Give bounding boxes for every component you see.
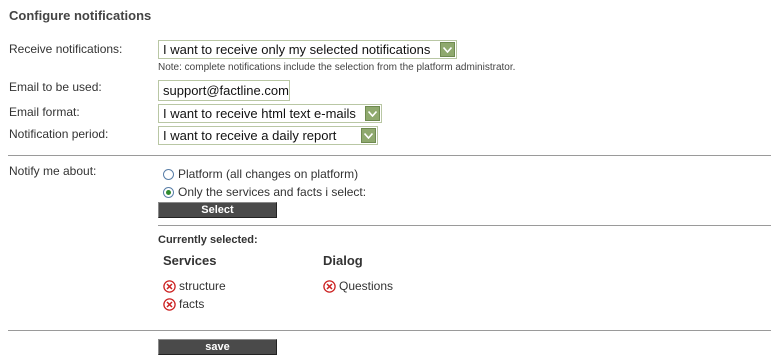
selected-item-label: structure xyxy=(179,279,226,293)
receive-notifications-value: I want to receive only my selected notif… xyxy=(163,42,431,57)
remove-x-icon[interactable] xyxy=(163,279,176,293)
divider xyxy=(8,330,771,331)
notification-period-value: I want to receive a daily report xyxy=(163,128,337,143)
email-format-label: Email format: xyxy=(9,105,80,119)
notification-period-select[interactable]: I want to receive a daily report xyxy=(158,126,378,145)
notification-period-label: Notification period: xyxy=(9,127,109,141)
receive-notifications-label: Receive notifications: xyxy=(9,42,123,56)
notifications-note: Note: complete notifications include the… xyxy=(158,62,516,73)
divider xyxy=(158,225,771,226)
radio-option-platform[interactable]: Platform (all changes on platform) xyxy=(163,167,358,181)
select-button[interactable]: Select xyxy=(158,202,277,218)
remove-x-icon[interactable] xyxy=(163,297,176,311)
dialog-heading: Dialog xyxy=(323,253,363,268)
page-title: Configure notifications xyxy=(9,8,152,23)
email-input[interactable]: support@factline.com xyxy=(158,80,290,101)
radio-button[interactable] xyxy=(163,168,174,180)
email-label: Email to be used: xyxy=(9,80,102,94)
save-button[interactable]: save xyxy=(158,339,277,355)
remove-x-icon[interactable] xyxy=(323,279,336,293)
chevron-down-icon[interactable] xyxy=(365,106,380,121)
selected-item-label: facts xyxy=(179,297,205,311)
radio-button[interactable] xyxy=(163,186,174,198)
selected-item-questions: Questions xyxy=(323,279,393,293)
notify-label: Notify me about: xyxy=(9,164,97,178)
radio-option-selected[interactable]: Only the services and facts i select: xyxy=(163,185,366,199)
chevron-down-icon[interactable] xyxy=(440,42,455,57)
selected-item-structure: structure xyxy=(163,279,226,293)
currently-selected-heading: Currently selected: xyxy=(158,234,258,246)
email-format-select[interactable]: I want to receive html text e-mails xyxy=(158,104,382,123)
chevron-down-icon[interactable] xyxy=(361,128,376,143)
services-heading: Services xyxy=(163,253,217,268)
selected-item-facts: facts xyxy=(163,297,204,311)
radio-label: Only the services and facts i select: xyxy=(178,185,367,199)
email-format-value: I want to receive html text e-mails xyxy=(163,106,356,121)
receive-notifications-select[interactable]: I want to receive only my selected notif… xyxy=(158,40,457,59)
radio-label: Platform (all changes on platform) xyxy=(178,167,359,181)
selected-item-label: Questions xyxy=(339,279,394,293)
divider xyxy=(8,155,771,156)
